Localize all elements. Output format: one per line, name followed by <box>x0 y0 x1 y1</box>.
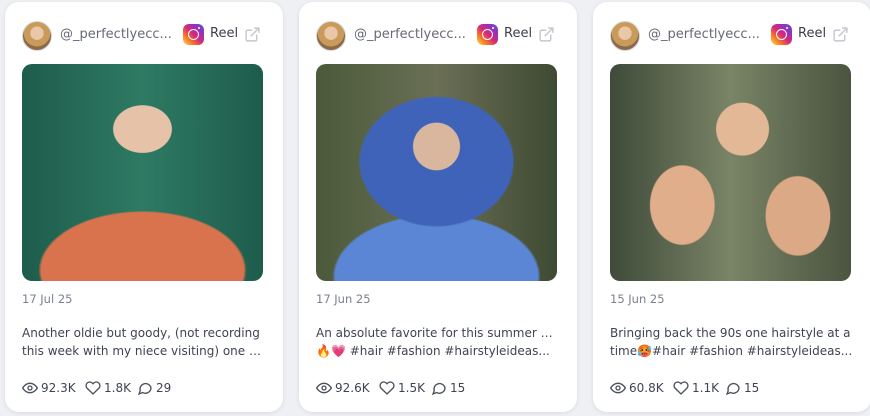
views-stat: 92.3K <box>22 379 76 397</box>
likes-count: 1.8K <box>104 381 131 395</box>
post-date: 17 Jul 25 <box>22 292 73 306</box>
comments-count: 15 <box>744 381 760 395</box>
views-count: 92.3K <box>41 381 76 395</box>
eye-icon <box>22 382 38 394</box>
heart-icon <box>85 381 101 395</box>
instagram-icon <box>183 24 204 45</box>
post-type-label: Reel <box>798 26 827 41</box>
caption-line: time🥵#hair #fashion #hairstyleideas... <box>610 344 853 358</box>
caption-line: Bringing back the 90s one hairstyle at a <box>610 326 851 340</box>
post-type-label: Reel <box>210 26 239 41</box>
caption-line: this week with my niece visiting) one of… <box>22 344 265 358</box>
card-header: @_perfectlyecc... Reel <box>22 20 272 51</box>
card-header: @_perfectlyecc... Reel <box>610 20 860 51</box>
post-date: 17 Jun 25 <box>316 292 371 306</box>
comments-stat: 15 <box>431 379 465 397</box>
post-thumbnail[interactable] <box>22 64 263 281</box>
avatar[interactable] <box>610 21 640 51</box>
likes-stat: 1.1K <box>673 379 719 397</box>
account-handle[interactable]: @_perfectlyecc... <box>354 27 474 42</box>
avatar[interactable] <box>22 21 52 51</box>
external-link-icon[interactable] <box>244 26 261 43</box>
instagram-icon <box>477 24 498 45</box>
post-card[interactable]: @_perfectlyecc... Reel 17 Jul 25 Another… <box>5 2 283 412</box>
post-thumbnail[interactable] <box>610 64 851 281</box>
caption-line: Another oldie but goody, (not recording <box>22 326 260 340</box>
post-stats: 92.3K 1.8K 29 <box>22 379 272 397</box>
comments-count: 29 <box>156 381 172 395</box>
comments-count: 15 <box>450 381 466 395</box>
account-handle[interactable]: @_perfectlyecc... <box>60 27 180 42</box>
likes-stat: 1.5K <box>379 379 425 397</box>
post-type-label: Reel <box>504 26 533 41</box>
likes-count: 1.5K <box>398 381 425 395</box>
avatar[interactable] <box>316 21 346 51</box>
account-handle[interactable]: @_perfectlyecc... <box>648 27 768 42</box>
heart-icon <box>673 381 689 395</box>
comments-stat: 29 <box>137 379 171 397</box>
post-stats: 60.8K 1.1K 15 <box>610 379 860 397</box>
post-thumbnail[interactable] <box>316 64 557 281</box>
post-caption: Bringing back the 90s one hairstyle at a… <box>610 324 853 360</box>
external-link-icon[interactable] <box>832 26 849 43</box>
post-caption: An absolute favorite for this summer hea… <box>316 324 559 360</box>
comment-icon <box>431 382 446 396</box>
post-date: 15 Jun 25 <box>610 292 665 306</box>
post-card[interactable]: @_perfectlyecc... Reel 15 Jun 25 Bringin… <box>593 2 870 412</box>
eye-icon <box>316 382 332 394</box>
likes-stat: 1.8K <box>85 379 131 397</box>
heart-icon <box>379 381 395 395</box>
views-stat: 92.6K <box>316 379 370 397</box>
comments-stat: 15 <box>725 379 759 397</box>
likes-count: 1.1K <box>692 381 719 395</box>
card-header: @_perfectlyecc... Reel <box>316 20 566 51</box>
comment-icon <box>137 382 152 396</box>
views-stat: 60.8K <box>610 379 664 397</box>
caption-line: 🔥💗 #hair #fashion #hairstyleideas... <box>316 344 550 358</box>
instagram-icon <box>771 24 792 45</box>
external-link-icon[interactable] <box>538 26 555 43</box>
post-card[interactable]: @_perfectlyecc... Reel 17 Jun 25 An abso… <box>299 2 577 412</box>
post-stats: 92.6K 1.5K 15 <box>316 379 566 397</box>
views-count: 60.8K <box>629 381 664 395</box>
post-caption: Another oldie but goody, (not recording … <box>22 324 265 360</box>
eye-icon <box>610 382 626 394</box>
comment-icon <box>725 382 740 396</box>
views-count: 92.6K <box>335 381 370 395</box>
caption-line: An absolute favorite for this summer hea… <box>316 326 559 340</box>
